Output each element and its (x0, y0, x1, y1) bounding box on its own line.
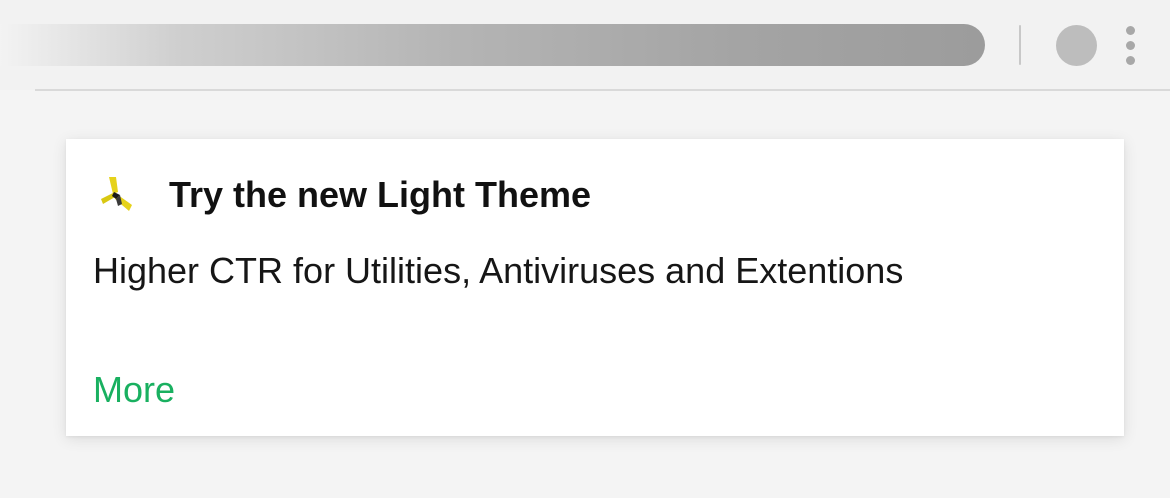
notification-title: Try the new Light Theme (169, 174, 592, 215)
browser-toolbar (0, 0, 1170, 90)
brand-logo-icon (96, 174, 138, 216)
profile-avatar[interactable] (1056, 25, 1097, 66)
address-bar[interactable] (0, 24, 985, 66)
toolbar-bottom-divider (35, 89, 1170, 91)
notification-body: Higher CTR for Utilities, Antiviruses an… (93, 250, 904, 291)
menu-dots-icon[interactable] (1125, 26, 1137, 66)
menu-dot (1126, 41, 1135, 50)
menu-dot (1126, 26, 1135, 35)
notification-card[interactable]: Try the new Light Theme Higher CTR for U… (66, 139, 1124, 436)
toolbar-divider (1019, 25, 1021, 65)
more-link[interactable]: More (93, 366, 175, 414)
menu-dot (1126, 56, 1135, 65)
